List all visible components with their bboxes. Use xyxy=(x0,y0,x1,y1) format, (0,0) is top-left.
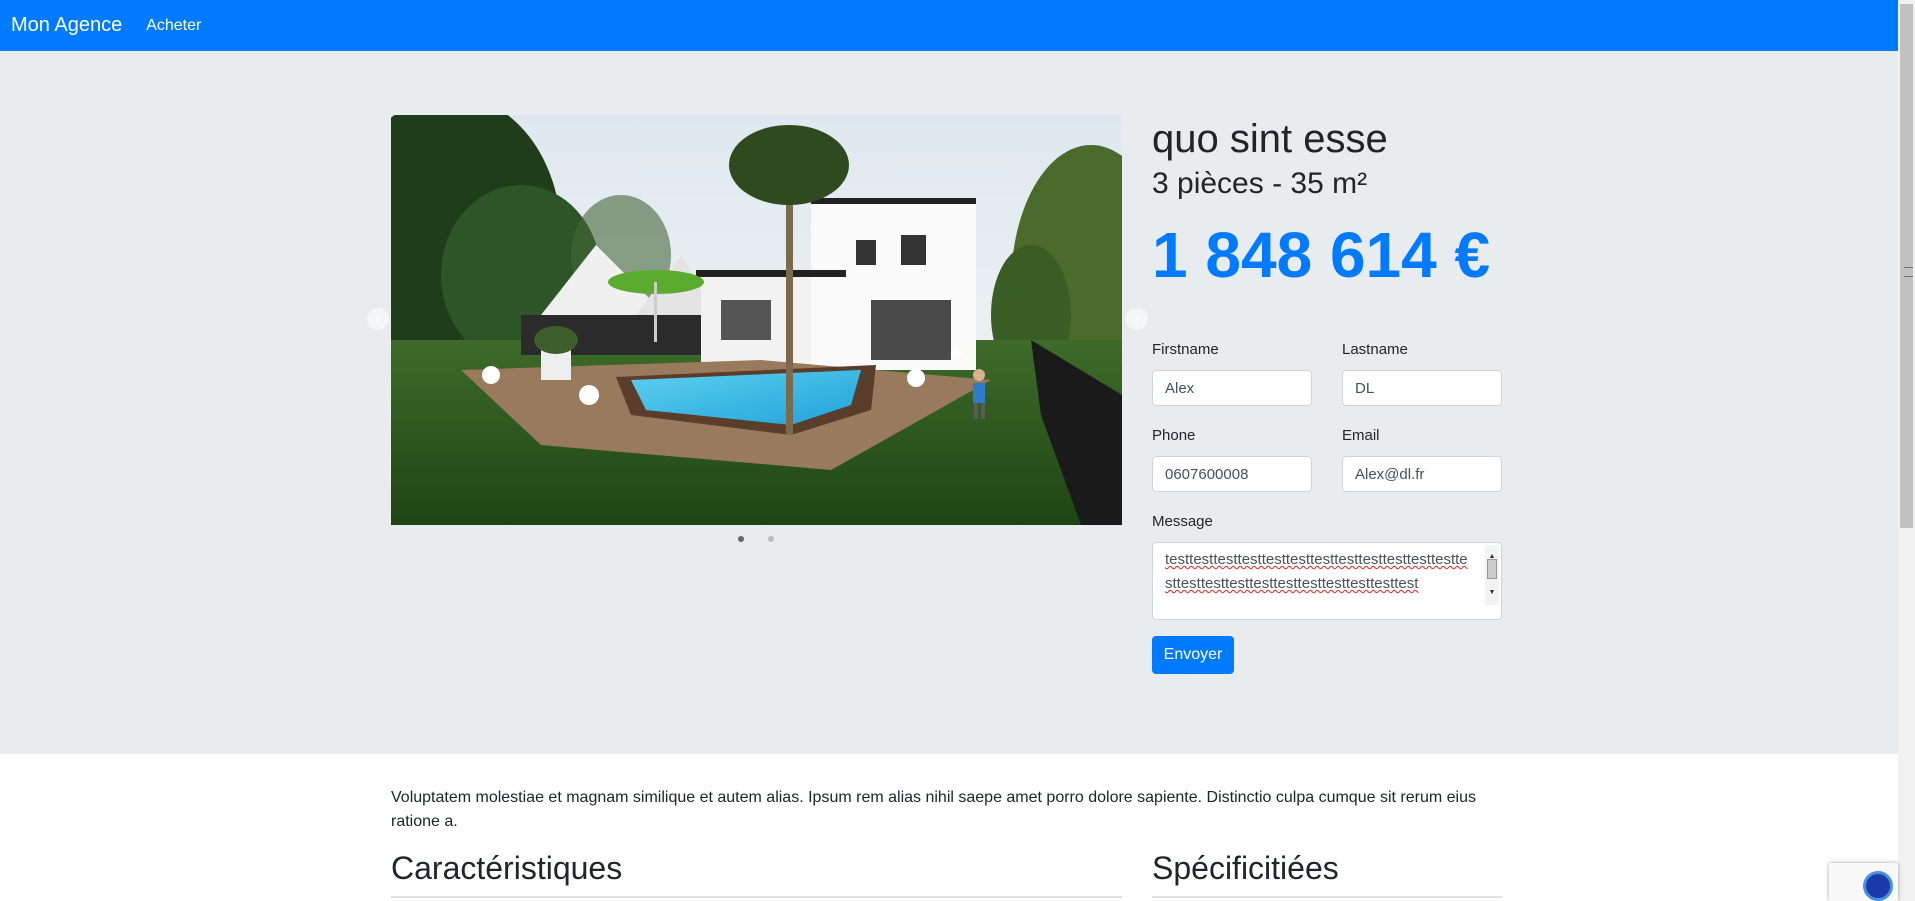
specificities-heading: Spécificitiées xyxy=(1152,850,1339,886)
property-title: quo sint esse xyxy=(1152,117,1388,161)
brand-link[interactable]: Mon Agence xyxy=(11,14,122,37)
nav-link-acheter[interactable]: Acheter xyxy=(146,17,201,35)
carousel-indicators xyxy=(738,536,774,542)
recaptcha-badge[interactable] xyxy=(1829,863,1898,901)
email-label: Email xyxy=(1342,427,1380,444)
property-photo xyxy=(391,115,1122,525)
textarea-scrollbar[interactable]: ▲ ▼ xyxy=(1485,545,1499,605)
property-carousel[interactable] xyxy=(391,115,1122,525)
scroll-down-icon[interactable]: ▼ xyxy=(1485,581,1499,596)
lastname-label: Lastname xyxy=(1342,341,1408,358)
carousel-indicator-2[interactable] xyxy=(768,536,774,542)
phone-field[interactable]: 0607600008 xyxy=(1152,456,1312,492)
grip-icon xyxy=(1904,267,1913,277)
carousel-next-icon[interactable]: › xyxy=(1126,308,1148,330)
phone-label: Phone xyxy=(1152,427,1196,444)
carousel-indicator-1[interactable] xyxy=(738,536,744,542)
send-button[interactable]: Envoyer xyxy=(1152,636,1234,674)
property-price: 1 848 614 € xyxy=(1152,219,1491,291)
carousel-prev-icon[interactable]: ‹ xyxy=(367,308,389,330)
property-description: Voluptatem molestiae et magnam similique… xyxy=(391,789,1476,830)
property-subtitle: 3 pièces - 35 m² xyxy=(1152,167,1368,200)
email-field[interactable]: Alex@dl.fr xyxy=(1342,456,1502,492)
message-label: Message xyxy=(1152,513,1213,530)
characteristics-heading: Caractéristiques xyxy=(391,850,623,886)
navbar: Mon Agence Acheter xyxy=(0,0,1898,51)
firstname-field[interactable]: Alex xyxy=(1152,370,1312,406)
page-scroll-thumb[interactable] xyxy=(1900,4,1913,528)
recaptcha-icon xyxy=(1863,871,1893,901)
firstname-label: Firstname xyxy=(1152,341,1219,358)
scroll-up-icon[interactable]: ▲ xyxy=(1485,545,1499,560)
page-scrollbar[interactable] xyxy=(1898,0,1915,901)
scroll-thumb[interactable] xyxy=(1487,559,1497,579)
lastname-field[interactable]: DL xyxy=(1342,370,1502,406)
message-textarea[interactable]: testtesttesttesttesttesttesttesttesttest… xyxy=(1152,542,1502,620)
characteristics-divider xyxy=(391,896,1122,898)
property-info: quo sint esse 3 pièces - 35 m² 1 848 614… xyxy=(1152,115,1502,293)
specificities-divider xyxy=(1152,896,1502,898)
message-text: testtesttesttesttesttesttesttesttesttest… xyxy=(1165,551,1468,592)
